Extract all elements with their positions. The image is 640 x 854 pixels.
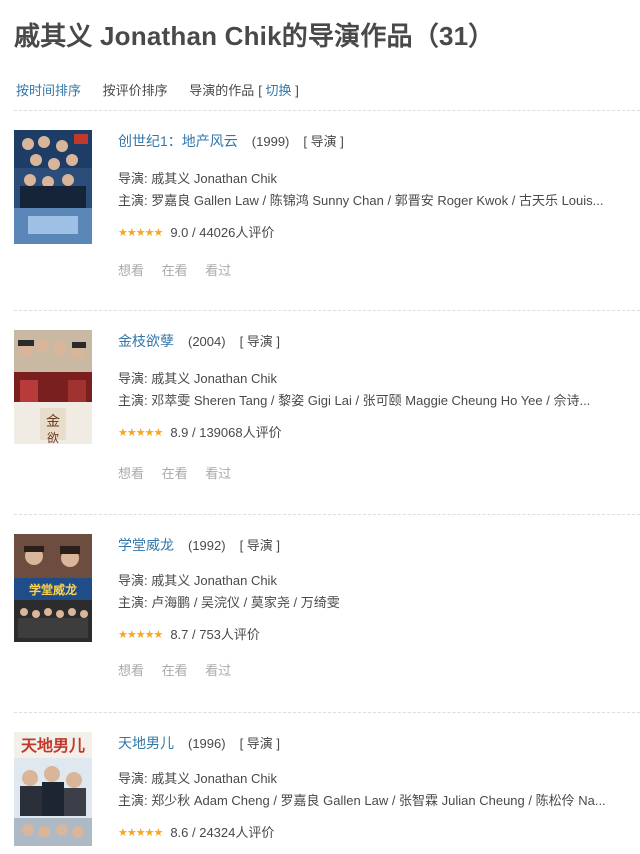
svg-text:欲: 欲 (47, 431, 59, 444)
cast-line: 主演: 郑少秋 Adam Cheng / 罗嘉良 Gallen Law / 张智… (118, 793, 606, 808)
rating-text: 9.0 / 44026人评价 (170, 225, 275, 240)
director-line: 导演: 戚其义 Jonathan Chik (118, 171, 277, 186)
rating-stars-icon: ★★★★★ (118, 629, 163, 641)
watching-button[interactable]: 在看 (162, 263, 188, 278)
movie-year: (2004) (188, 334, 226, 349)
rating-row: ★★★★★ 8.6 / 24324人评价 (118, 822, 274, 841)
divider (14, 514, 640, 515)
rating-stars-icon: ★★★★★ (118, 827, 163, 839)
movie-title-row: 创世纪1：地产风云 (1999) [ 导演 ] (118, 131, 344, 151)
movie-title-row: 天地男儿 (1996) [ 导演 ] (118, 733, 280, 753)
divider (14, 712, 640, 713)
movie-title-link[interactable]: 天地男儿 (118, 735, 174, 751)
director-line: 导演: 戚其义 Jonathan Chik (118, 573, 277, 588)
movie-title-link[interactable]: 金枝欲孽 (118, 333, 174, 349)
want-to-watch-button[interactable]: 想看 (118, 663, 144, 678)
watching-button[interactable]: 在看 (162, 466, 188, 481)
movie-poster[interactable] (14, 130, 92, 244)
watching-button[interactable]: 在看 (162, 663, 188, 678)
rating-text: 8.7 / 753人评价 (170, 627, 260, 642)
switch-link[interactable]: 切换 (266, 83, 292, 98)
rating-text: 8.6 / 24324人评价 (170, 825, 275, 840)
cast-line: 主演: 罗嘉良 Gallen Law / 陈锦鸿 Sunny Chan / 郭晋… (118, 193, 604, 208)
action-row: 想看 在看 看过 (118, 463, 245, 482)
rating-stars-icon: ★★★★★ (118, 227, 163, 239)
svg-text:天地男儿: 天地男儿 (21, 736, 85, 755)
cast-line: 主演: 邓萃雯 Sheren Tang / 黎姿 Gigi Lai / 张可颐 … (118, 393, 591, 408)
watched-button[interactable]: 看过 (205, 663, 231, 678)
movie-year: (1999) (251, 134, 290, 149)
role-badge: [ 导演 ] (303, 134, 344, 149)
role-badge: [ 导演 ] (239, 538, 281, 553)
role-badge: [ 导演 ] (239, 736, 281, 751)
role-badge: [ 导演 ] (239, 334, 281, 349)
svg-text:金: 金 (46, 414, 60, 430)
action-row: 想看 在看 看过 (118, 260, 245, 279)
sort-by-time-link[interactable]: 按时间排序 (16, 83, 81, 98)
rating-text: 8.9 / 139068人评价 (170, 425, 282, 440)
page-title: 戚其义 Jonathan Chik的导演作品（31） (14, 21, 495, 51)
divider (14, 310, 640, 311)
cast-line: 主演: 卢海鹏 / 吴浣仪 / 莫家尧 / 万绮雯 (118, 595, 340, 610)
rating-row: ★★★★★ 8.9 / 139068人评价 (118, 422, 282, 441)
movie-title-link[interactable]: 创世纪1：地产风云 (118, 133, 238, 149)
movie-title-row: 学堂威龙 (1992) [ 导演 ] (118, 535, 280, 555)
divider (14, 110, 640, 111)
sort-by-rating-link[interactable]: 按评价排序 (103, 83, 168, 98)
movie-poster[interactable]: 天地男儿 (14, 732, 92, 846)
movie-year: (1996) (188, 736, 226, 751)
director-line: 导演: 戚其义 Jonathan Chik (118, 771, 277, 786)
rating-stars-icon: ★★★★★ (118, 427, 163, 439)
want-to-watch-button[interactable]: 想看 (118, 263, 144, 278)
movie-title-link[interactable]: 学堂威龙 (118, 537, 174, 553)
watched-button[interactable]: 看过 (205, 466, 231, 481)
want-to-watch-button[interactable]: 想看 (118, 466, 144, 481)
switch-open-bracket: [ (258, 83, 262, 98)
svg-text:学堂威龙: 学堂威龙 (29, 582, 77, 597)
director-line: 导演: 戚其义 Jonathan Chik (118, 371, 277, 386)
switch-close-bracket: ] (295, 83, 299, 98)
movie-poster[interactable]: 金 欲 (14, 330, 92, 444)
rating-row: ★★★★★ 9.0 / 44026人评价 (118, 222, 274, 241)
watched-button[interactable]: 看过 (205, 263, 231, 278)
movie-year: (1992) (188, 538, 226, 553)
works-label: 导演的作品 (189, 83, 255, 98)
sort-bar: 按时间排序 按评价排序 导演的作品[ 切换 ] (16, 80, 299, 99)
movie-title-row: 金枝欲孽 (2004) [ 导演 ] (118, 331, 280, 351)
action-row: 想看 在看 看过 (118, 660, 245, 679)
movie-poster[interactable]: 学堂威龙 (14, 534, 92, 648)
rating-row: ★★★★★ 8.7 / 753人评价 (118, 624, 260, 643)
